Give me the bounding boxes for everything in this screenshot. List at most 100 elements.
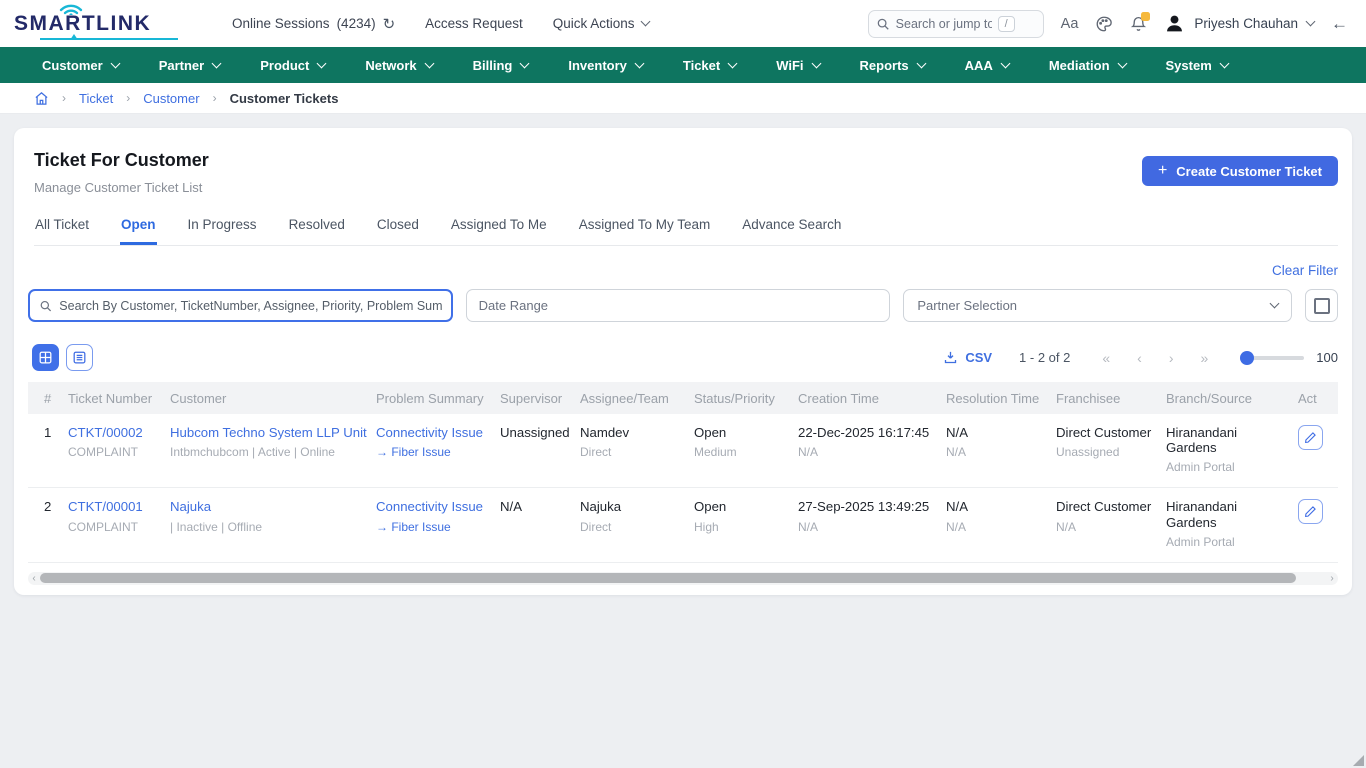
nav-item-mediation[interactable]: Mediation — [1048, 57, 1127, 73]
partner-checkbox[interactable] — [1305, 289, 1338, 322]
cell-text[interactable]: Connectivity Issue — [376, 425, 492, 440]
date-range-input[interactable] — [465, 289, 891, 322]
nav-item-customer[interactable]: Customer — [42, 58, 121, 73]
cell-supervisor: Unassigned — [500, 425, 580, 440]
tab-all-ticket[interactable]: All Ticket — [34, 211, 90, 245]
cell-customer: Najuka | Inactive | Offline — [170, 499, 376, 533]
tab-closed[interactable]: Closed — [376, 211, 420, 245]
list-icon — [73, 351, 86, 364]
scroll-left-icon[interactable]: ‹ — [28, 573, 40, 584]
page-size-slider[interactable]: 100 — [1240, 350, 1338, 365]
slider-handle[interactable] — [1240, 350, 1255, 365]
ticket-search-input[interactable] — [59, 298, 442, 313]
tickets-table: # Ticket Number Customer Problem Summary Sup… — [28, 382, 1338, 563]
nav-item-system[interactable]: System — [1166, 58, 1230, 73]
cell-text[interactable]: Najuka — [170, 499, 368, 514]
column-header-problem-summary: Problem Summary — [376, 390, 484, 406]
nav-item-label: WiFi — [776, 57, 804, 73]
tab-advance-search[interactable]: Advance Search — [741, 211, 842, 245]
partner-selection-dropdown[interactable]: Partner Selection — [903, 289, 1293, 322]
cell-text[interactable]: Hubcom Techno System LLP Unit — [170, 425, 368, 440]
breadcrumb-link-ticket[interactable]: Ticket — [79, 91, 113, 106]
scrollbar-thumb[interactable] — [40, 573, 1296, 584]
title-block: Ticket For Customer Manage Customer Tick… — [28, 142, 209, 195]
export-csv-button[interactable]: CSV — [943, 350, 992, 365]
logo-wrap: SMARTLINK — [14, 4, 178, 40]
tab-resolved[interactable]: Resolved — [288, 211, 346, 245]
page-body: Ticket For Customer Manage Customer Tick… — [0, 114, 1366, 609]
cell-subtext: COMPLAINT — [68, 519, 139, 534]
nav-item-label: Mediation — [1048, 57, 1110, 73]
tab-open[interactable]: Open — [120, 211, 157, 245]
access-request-link[interactable]: Access Request — [425, 16, 523, 31]
create-customer-ticket-button[interactable]: + Create Customer Ticket — [1141, 156, 1338, 186]
tab-in-progress[interactable]: In Progress — [187, 211, 258, 245]
cell-subtext: Admin Portal — [1166, 534, 1235, 549]
chevron-down-icon — [316, 58, 327, 69]
cell-creation-time: 27-Sep-2025 13:49:25 N/A — [798, 499, 946, 533]
cell-text[interactable]: CTKT/00002 — [68, 425, 162, 440]
online-sessions[interactable]: Online Sessions (4234) ↻ — [232, 15, 395, 33]
tab-assigned-to-me[interactable]: Assigned To Me — [450, 211, 548, 245]
theme-palette-icon[interactable] — [1095, 15, 1113, 33]
grid-icon — [39, 351, 52, 364]
cell-customer: Hubcom Techno System LLP Unit Intbmchubco… — [170, 425, 376, 459]
nav-item-network[interactable]: Network — [365, 58, 435, 73]
refresh-icon[interactable]: ↻ — [383, 15, 396, 33]
nav-item-ticket[interactable]: Ticket — [683, 58, 738, 73]
quick-actions-menu[interactable]: Quick Actions — [553, 16, 650, 31]
global-search[interactable]: / — [867, 9, 1044, 38]
nav-item-billing[interactable]: Billing — [472, 57, 530, 73]
breadcrumb-items: Ticket › Customer › Customer Tickets — [79, 91, 338, 106]
pagination-last-button[interactable]: » — [1196, 350, 1214, 366]
nav-item-wifi[interactable]: WiFi — [776, 57, 821, 73]
cell-subtext: High — [694, 519, 719, 534]
global-search-input[interactable] — [895, 16, 992, 31]
cell-assignee-team: Namdev Direct — [580, 425, 694, 459]
edit-ticket-button[interactable] — [1298, 499, 1323, 525]
cell-supervisor: N/A — [500, 499, 580, 514]
grid-view-button[interactable] — [32, 344, 59, 371]
pagination-first-button[interactable]: « — [1097, 350, 1115, 366]
cell-text[interactable]: Connectivity Issue — [376, 499, 492, 514]
avatar — [1167, 15, 1183, 32]
nav-item-inventory[interactable]: Inventory — [568, 57, 645, 73]
cell-text[interactable]: CTKT/00001 — [68, 499, 162, 514]
pagination-prev-button[interactable]: ‹ — [1132, 350, 1147, 366]
text-size-button[interactable]: Aa — [1061, 16, 1079, 32]
scroll-right-icon[interactable]: › — [1326, 573, 1338, 584]
nav-item-reports[interactable]: Reports — [860, 58, 927, 73]
cell-text: Open — [694, 425, 727, 440]
collapse-arrow-icon[interactable]: ← — [1331, 14, 1348, 34]
table-header-row: # Ticket Number Customer Problem Summary Sup… — [28, 382, 1338, 414]
column-header-index: # — [44, 390, 52, 406]
list-view-button[interactable] — [66, 344, 93, 371]
nav-item-label: Billing — [472, 57, 513, 73]
cell-subtext[interactable]: → Fiber Issue — [376, 445, 492, 459]
edit-ticket-button[interactable] — [1298, 425, 1323, 450]
cell-subtext[interactable]: → Fiber Issue — [376, 520, 492, 534]
toolbar-right: CSV 1 - 2 of 2 « ‹ › » 100 — [943, 350, 1338, 366]
pagination-controls: « ‹ › » — [1097, 350, 1213, 366]
nav-item-aaa[interactable]: AAA — [965, 58, 1011, 73]
cell-text: Namdev — [580, 425, 630, 440]
home-icon[interactable] — [34, 91, 49, 106]
column-header-ticket-number: Ticket Number — [68, 390, 153, 406]
page-size-value: 100 — [1316, 350, 1338, 365]
card-header: Ticket For Customer Manage Customer Tick… — [28, 142, 1338, 195]
cell-text: Direct Customer — [1056, 499, 1152, 515]
clear-filter-link[interactable]: Clear Filter — [1272, 263, 1338, 278]
smartlink-logo[interactable]: SMARTLINK — [14, 4, 210, 40]
notifications-bell-icon[interactable] — [1130, 11, 1151, 33]
breadcrumb-link-customer[interactable]: Customer — [143, 91, 199, 106]
chevron-down-icon — [634, 58, 645, 69]
nav-item-label: Inventory — [568, 57, 627, 73]
cell-action — [1298, 499, 1338, 525]
nav-item-partner[interactable]: Partner — [159, 58, 222, 73]
nav-item-product[interactable]: Product — [260, 58, 327, 73]
tab-assigned-to-my-team[interactable]: Assigned To My Team — [578, 211, 712, 245]
user-menu[interactable]: Priyesh Chauhan — [1164, 13, 1316, 34]
logo-antenna — [70, 33, 78, 40]
cell-problem-summary: Connectivity Issue → Fiber Issue — [376, 499, 500, 533]
pagination-next-button[interactable]: › — [1164, 350, 1179, 366]
